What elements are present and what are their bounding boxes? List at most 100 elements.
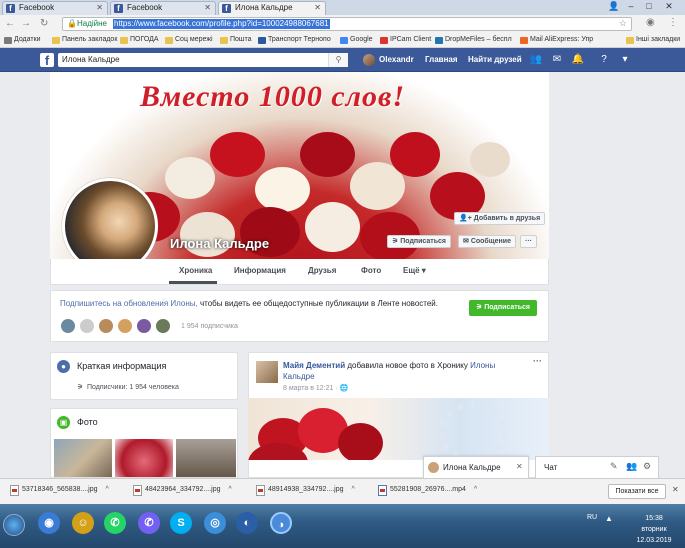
post-target-link[interactable]: Кальдре — [283, 372, 315, 381]
tab-friends[interactable]: Друзья — [308, 266, 336, 275]
help-icon[interactable]: ? — [597, 53, 611, 67]
tab-about[interactable]: Информация — [234, 266, 286, 275]
close-tab-icon[interactable]: ✕ — [96, 2, 103, 14]
reload-icon[interactable]: ↻ — [40, 18, 48, 29]
close-window-button[interactable]: ✕ — [660, 0, 678, 14]
bookmark-item[interactable]: Google — [340, 36, 373, 44]
chrome-taskbar-icon[interactable]: ◉ — [38, 512, 60, 534]
notifications-icon[interactable]: 🔔 — [571, 53, 585, 67]
close-downloads-icon[interactable]: ✕ — [672, 485, 679, 494]
search-input[interactable]: Илона Кальдре ⚲ — [58, 53, 348, 67]
bookmark-item[interactable]: Панель закладок — [52, 36, 117, 44]
skype-icon[interactable]: S — [170, 512, 192, 534]
follower-avatar[interactable] — [98, 318, 114, 334]
media-player-icon[interactable]: ◐ — [236, 512, 258, 534]
extension-icon[interactable]: ◉ — [646, 17, 655, 28]
post-menu-icon[interactable]: ··· — [533, 356, 542, 366]
post-photo[interactable] — [248, 398, 549, 460]
maximize-button[interactable]: □ — [640, 0, 658, 14]
network-icon[interactable]: ◎ — [204, 512, 226, 534]
profile-name[interactable]: Илона Кальдре — [170, 236, 269, 251]
user-profile-icon[interactable]: 👤 — [605, 0, 623, 14]
chevron-up-icon[interactable]: ^ — [352, 486, 355, 493]
tray-expand-icon[interactable]: ▲ — [605, 514, 613, 523]
subscribe-button[interactable]: ⚞ Подписаться — [469, 300, 537, 316]
bookmark-item[interactable]: ПОГОДА — [120, 36, 159, 44]
bookmark-star-icon[interactable]: ☆ — [619, 18, 627, 29]
profile-link[interactable]: Olexandr — [379, 55, 414, 64]
browser-tab[interactable]: f Facebook ✕ — [2, 1, 108, 15]
messenger-app-icon[interactable]: ☺ — [72, 512, 94, 534]
back-arrow-icon[interactable]: ← — [5, 18, 15, 29]
bookmark-item[interactable]: IPCam Client — [380, 36, 431, 44]
tab-photos[interactable]: Фото — [361, 266, 381, 275]
whatsapp-icon[interactable]: ✆ — [104, 512, 126, 534]
download-item[interactable]: 55281908_26976....mp4 ^ — [378, 485, 477, 496]
chat-sidebar-bar[interactable]: Чат ✎ 👥 ⚙ — [535, 456, 659, 478]
chat-tab[interactable]: Илона Кальдре ✕ — [423, 456, 529, 478]
show-all-downloads-button[interactable]: Показати все — [608, 484, 666, 499]
photo-thumbnail[interactable] — [115, 439, 173, 477]
photo-thumbnail[interactable] — [54, 439, 112, 477]
browser-tab-active[interactable]: f Илона Кальдре ✕ — [218, 1, 326, 15]
bookmark-item[interactable]: Інші закладки — [626, 36, 680, 44]
post-timestamp[interactable]: 8 марта в 12:21 · 🌐 — [283, 384, 348, 392]
chevron-up-icon[interactable]: ^ — [106, 486, 109, 493]
language-indicator[interactable]: RU — [587, 514, 597, 521]
avatar[interactable] — [363, 54, 375, 66]
chevron-up-icon[interactable]: ^ — [229, 486, 232, 493]
close-chat-icon[interactable]: ✕ — [516, 462, 523, 471]
bookmark-item[interactable]: Транспорт Тернопо — [258, 36, 331, 44]
tab-timeline[interactable]: Хроника — [179, 266, 212, 275]
find-friends-link[interactable]: Найти друзей — [468, 55, 522, 64]
follower-avatar[interactable] — [79, 318, 95, 334]
home-link[interactable]: Главная — [425, 55, 458, 64]
bookmark-item[interactable]: Mail AliExpress: Упр — [520, 36, 593, 44]
download-item[interactable]: 53718346_565838....jpg ^ — [10, 485, 109, 496]
bookmark-item[interactable]: DropMeFiles – беспл — [435, 36, 512, 44]
follower-avatar[interactable] — [117, 318, 133, 334]
viber-icon[interactable]: ✆ — [138, 512, 160, 534]
active-app-icon[interactable]: ◑ — [270, 512, 292, 534]
system-clock[interactable]: 15:38 вторник 12.03.2019 — [634, 513, 674, 546]
close-tab-icon[interactable]: ✕ — [204, 2, 211, 14]
follow-button[interactable]: ⚞ Подписаться — [387, 235, 452, 248]
close-tab-icon[interactable]: ✕ — [314, 2, 321, 14]
bookmark-item[interactable]: Пошта — [220, 36, 252, 44]
search-icon[interactable]: ⚲ — [328, 53, 348, 67]
follower-avatar[interactable] — [60, 318, 76, 334]
add-friend-button[interactable]: 👤+ Добавить в друзья — [454, 212, 546, 225]
message-button[interactable]: ✉ Сообщение — [458, 235, 516, 248]
account-menu-chevron-icon[interactable]: ▾ — [618, 53, 632, 67]
group-icon[interactable]: 👥 — [626, 461, 637, 472]
photo-thumbnail[interactable] — [176, 439, 236, 477]
follower-avatar[interactable] — [155, 318, 171, 334]
browser-tab[interactable]: f Facebook ✕ — [110, 1, 216, 15]
avatar[interactable] — [256, 361, 278, 383]
menu-dots-icon[interactable]: ⋮ — [668, 17, 678, 28]
bookmark-item[interactable]: Додатки — [4, 36, 41, 44]
new-message-icon[interactable]: ✎ — [610, 461, 618, 472]
messenger-icon[interactable]: ✉ — [550, 53, 564, 67]
forward-arrow-icon[interactable]: → — [21, 18, 31, 29]
facebook-logo-icon[interactable]: f — [40, 53, 54, 68]
minimize-button[interactable]: – — [622, 0, 640, 14]
tab-more[interactable]: Ещё ▾ — [403, 266, 426, 275]
subscribe-link[interactable]: Подпишитесь на обновления Илоны, — [60, 299, 198, 308]
gear-icon[interactable]: ⚙ — [643, 461, 651, 472]
more-options-button[interactable]: ··· — [520, 235, 537, 248]
download-item[interactable]: 48423964_334792....jpg ^ — [133, 485, 232, 496]
url-text[interactable]: https://www.facebook.com/profile.php?id=… — [113, 19, 330, 29]
download-item[interactable]: 48914938_334792....jpg ^ — [256, 485, 355, 496]
address-toolbar: ← → ↻ 🔒 Надійне https://www.facebook.com… — [0, 15, 685, 34]
follower-avatar[interactable] — [136, 318, 152, 334]
intro-followers[interactable]: Подписчики: 1 954 человека — [73, 384, 179, 391]
friend-requests-icon[interactable]: 👥 — [529, 53, 543, 67]
photos-title[interactable]: Фото — [77, 417, 98, 427]
bookmark-item[interactable]: Соц мережі — [165, 36, 213, 44]
chevron-up-icon[interactable]: ^ — [474, 486, 477, 493]
post-author-link[interactable]: Майя Дементий — [283, 361, 345, 370]
post-target-link[interactable]: Илоны — [470, 361, 495, 370]
url-bar[interactable]: 🔒 Надійне https://www.facebook.com/profi… — [62, 17, 632, 31]
start-button-icon[interactable] — [3, 514, 25, 536]
